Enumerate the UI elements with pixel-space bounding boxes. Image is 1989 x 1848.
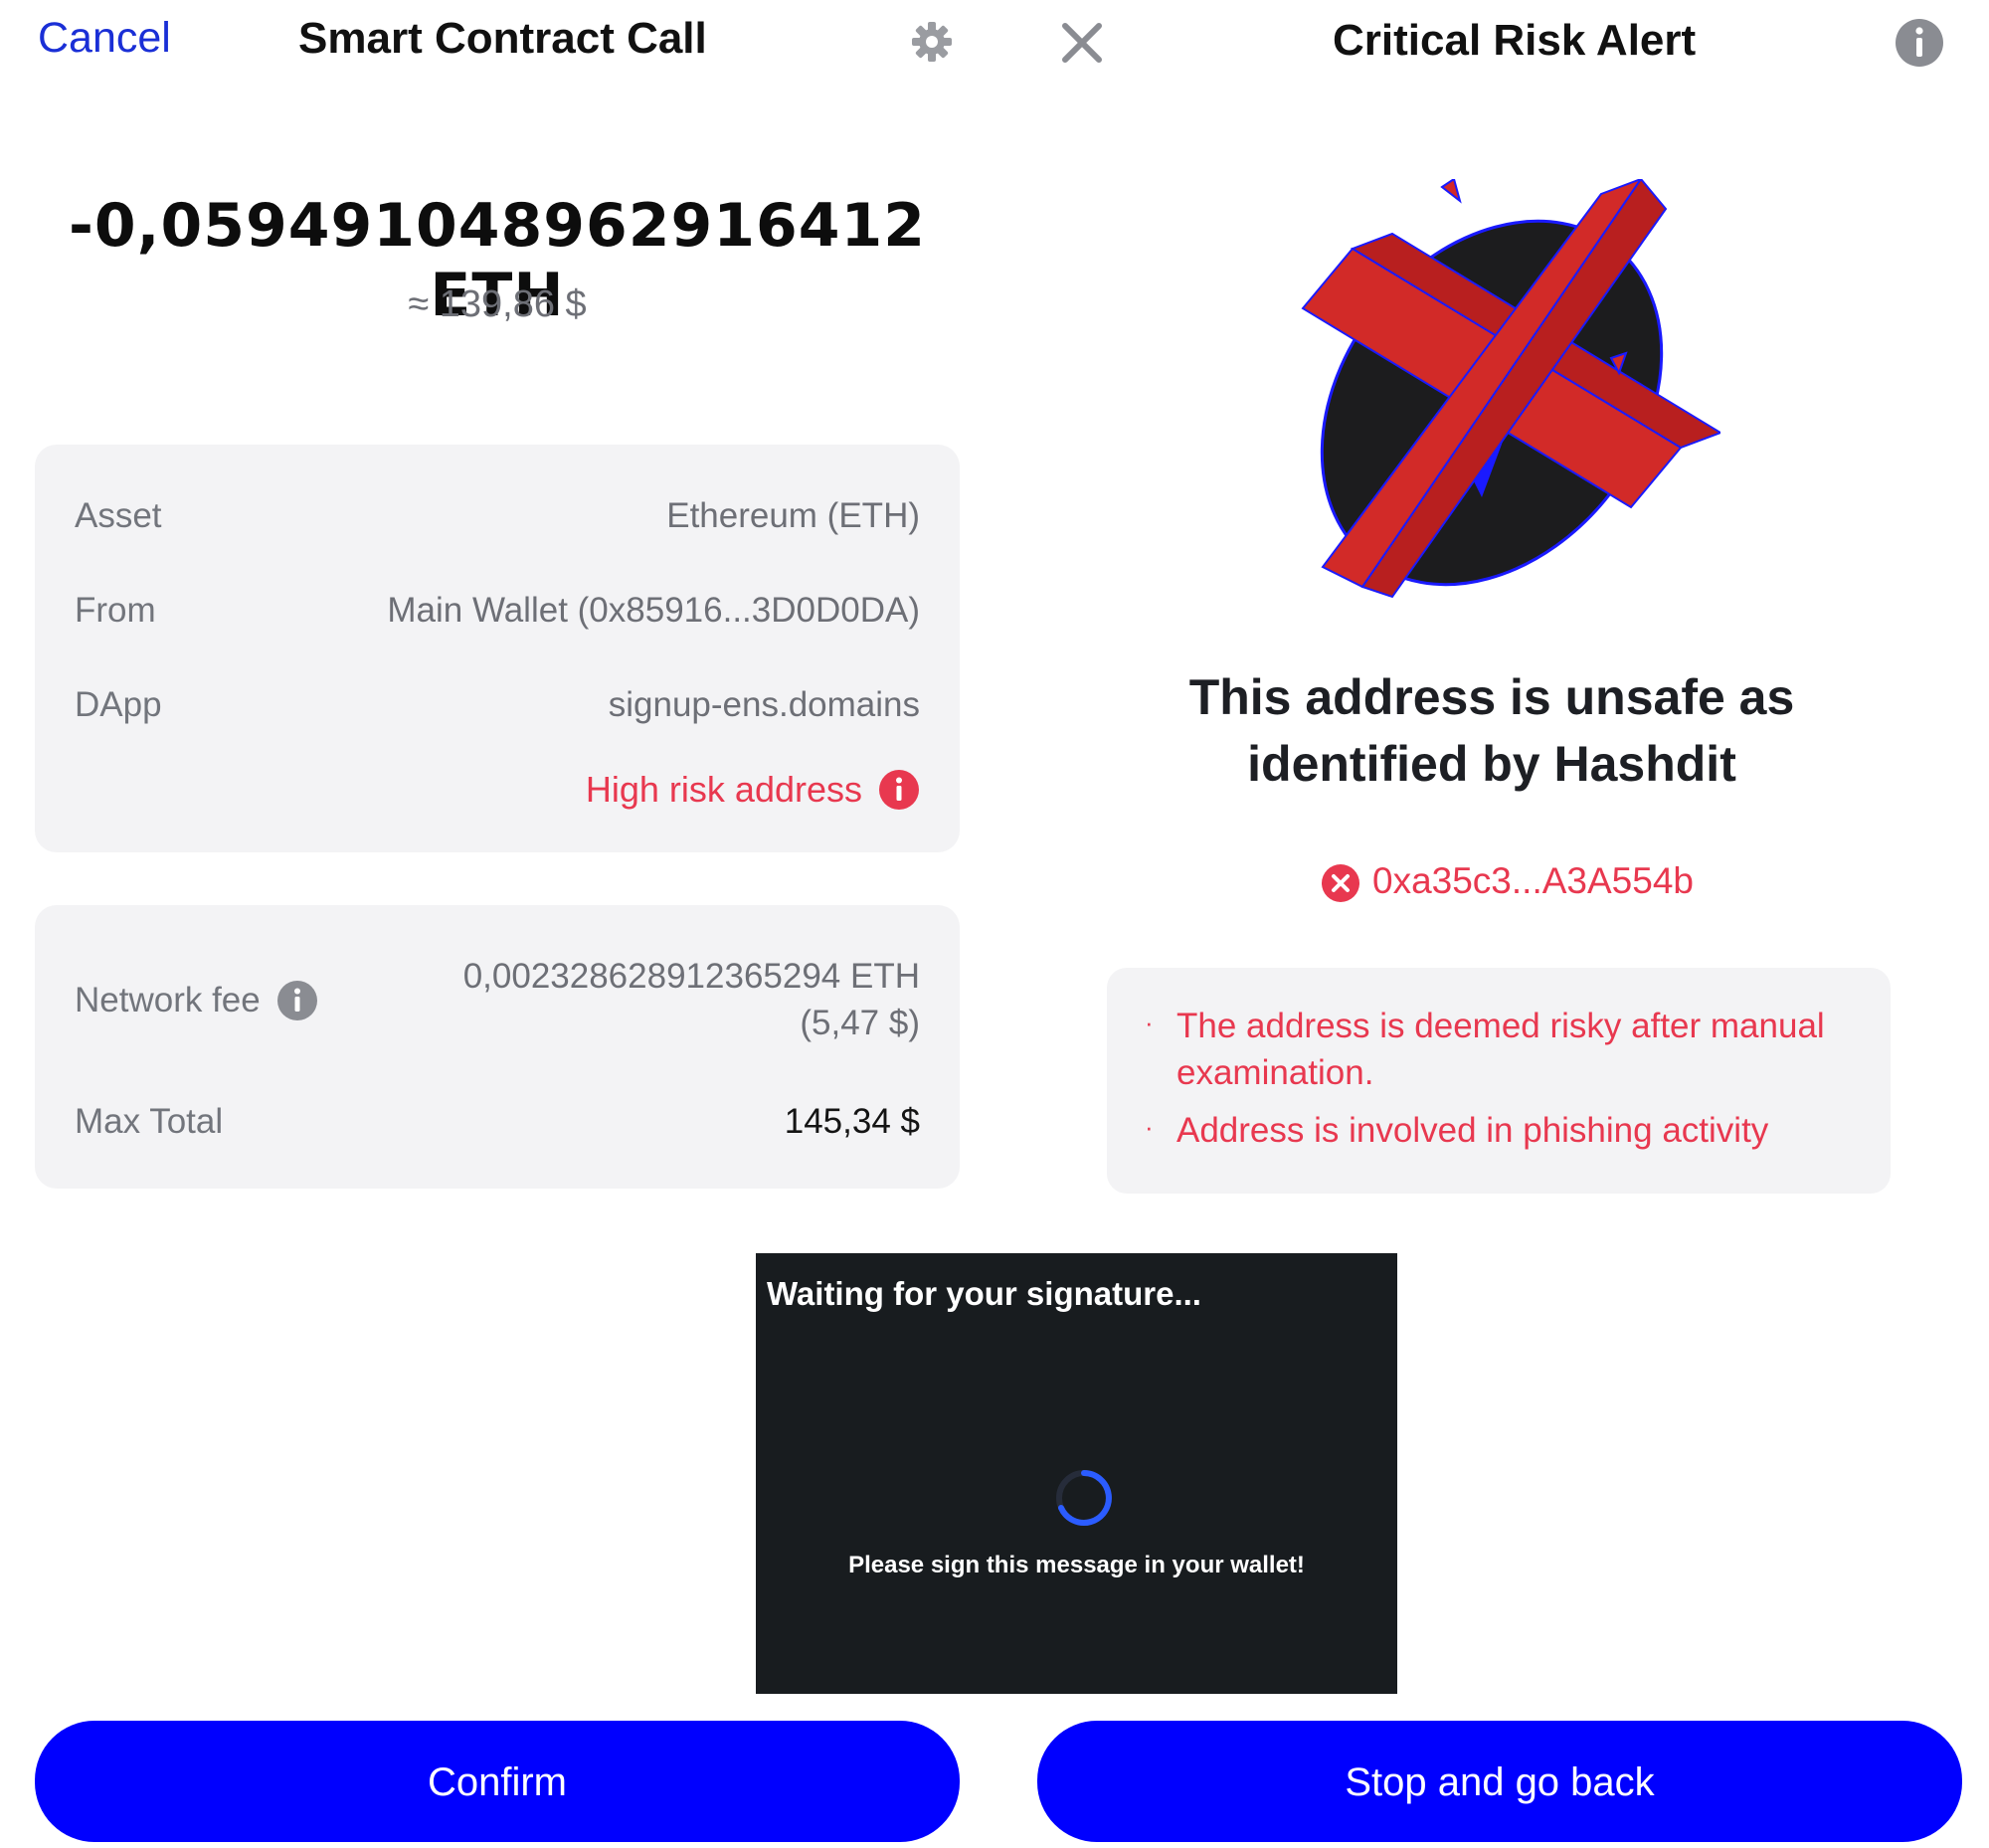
max-total-value: 145,34 $	[784, 1102, 920, 1141]
info-icon[interactable]	[1895, 18, 1944, 68]
info-icon[interactable]	[878, 769, 920, 811]
risk-x-illustration	[1283, 176, 1723, 617]
network-fee-row-label: Network fee	[75, 980, 318, 1021]
reason-2: Address is involved in phishing activity	[1176, 1111, 1769, 1150]
warning-line-2: identified by Hashdit	[1247, 736, 1736, 792]
warning-heading: This address is unsafe as identified by …	[1094, 664, 1890, 798]
fiat-amount: ≈ 139,86 $	[408, 283, 587, 325]
gear-icon[interactable]	[910, 20, 954, 64]
dapp-value: signup-ens.domains	[608, 685, 920, 724]
from-label: From	[75, 591, 156, 630]
flagged-address-text: 0xa35c3...A3A554b	[1372, 860, 1694, 901]
overlay-message: Please sign this message in your wallet!	[848, 1552, 1305, 1578]
bullet: ·	[1145, 1112, 1154, 1142]
asset-label: Asset	[75, 496, 162, 535]
max-total-label: Max Total	[75, 1102, 224, 1141]
network-fee-label: Network fee	[75, 981, 261, 1019]
network-fee-eth: 0,002328628912365294 ETH	[462, 957, 920, 996]
info-icon[interactable]	[276, 980, 318, 1021]
alert-title: Critical Risk Alert	[1333, 16, 1697, 65]
reason-1-line-2: examination.	[1176, 1053, 1374, 1092]
from-value: Main Wallet (0x85916...3D0D0DA)	[387, 591, 920, 630]
stop-and-go-back-button[interactable]: Stop and go back	[1037, 1721, 1962, 1842]
error-circle-icon	[1321, 863, 1360, 903]
bullet: ·	[1145, 1008, 1154, 1037]
transaction-details-card: Asset Ethereum (ETH) From Main Wallet (0…	[35, 445, 960, 852]
warning-line-1: This address is unsafe as	[1188, 669, 1795, 725]
fee-card: Network fee 0,002328628912365294 ETH (5,…	[35, 905, 960, 1189]
asset-value: Ethereum (ETH)	[666, 496, 920, 535]
dapp-label: DApp	[75, 685, 162, 724]
high-risk-label: High risk address	[585, 769, 862, 810]
loading-spinner-icon	[1053, 1467, 1115, 1529]
network-fee-fiat: (5,47 $)	[800, 1004, 920, 1042]
signature-overlay: Waiting for your signature... Please sig…	[756, 1253, 1397, 1694]
reason-1-line-1: The address is deemed risky after manual	[1176, 1007, 1825, 1045]
confirm-button[interactable]: Confirm	[35, 1721, 960, 1842]
cancel-button[interactable]: Cancel	[38, 14, 171, 63]
high-risk-badge[interactable]: High risk address	[586, 769, 920, 811]
close-icon[interactable]	[1059, 20, 1105, 66]
overlay-title: Waiting for your signature...	[767, 1275, 1201, 1312]
risk-reasons-card: · The address is deemed risky after manu…	[1107, 968, 1891, 1194]
page-title: Smart Contract Call	[298, 14, 707, 63]
